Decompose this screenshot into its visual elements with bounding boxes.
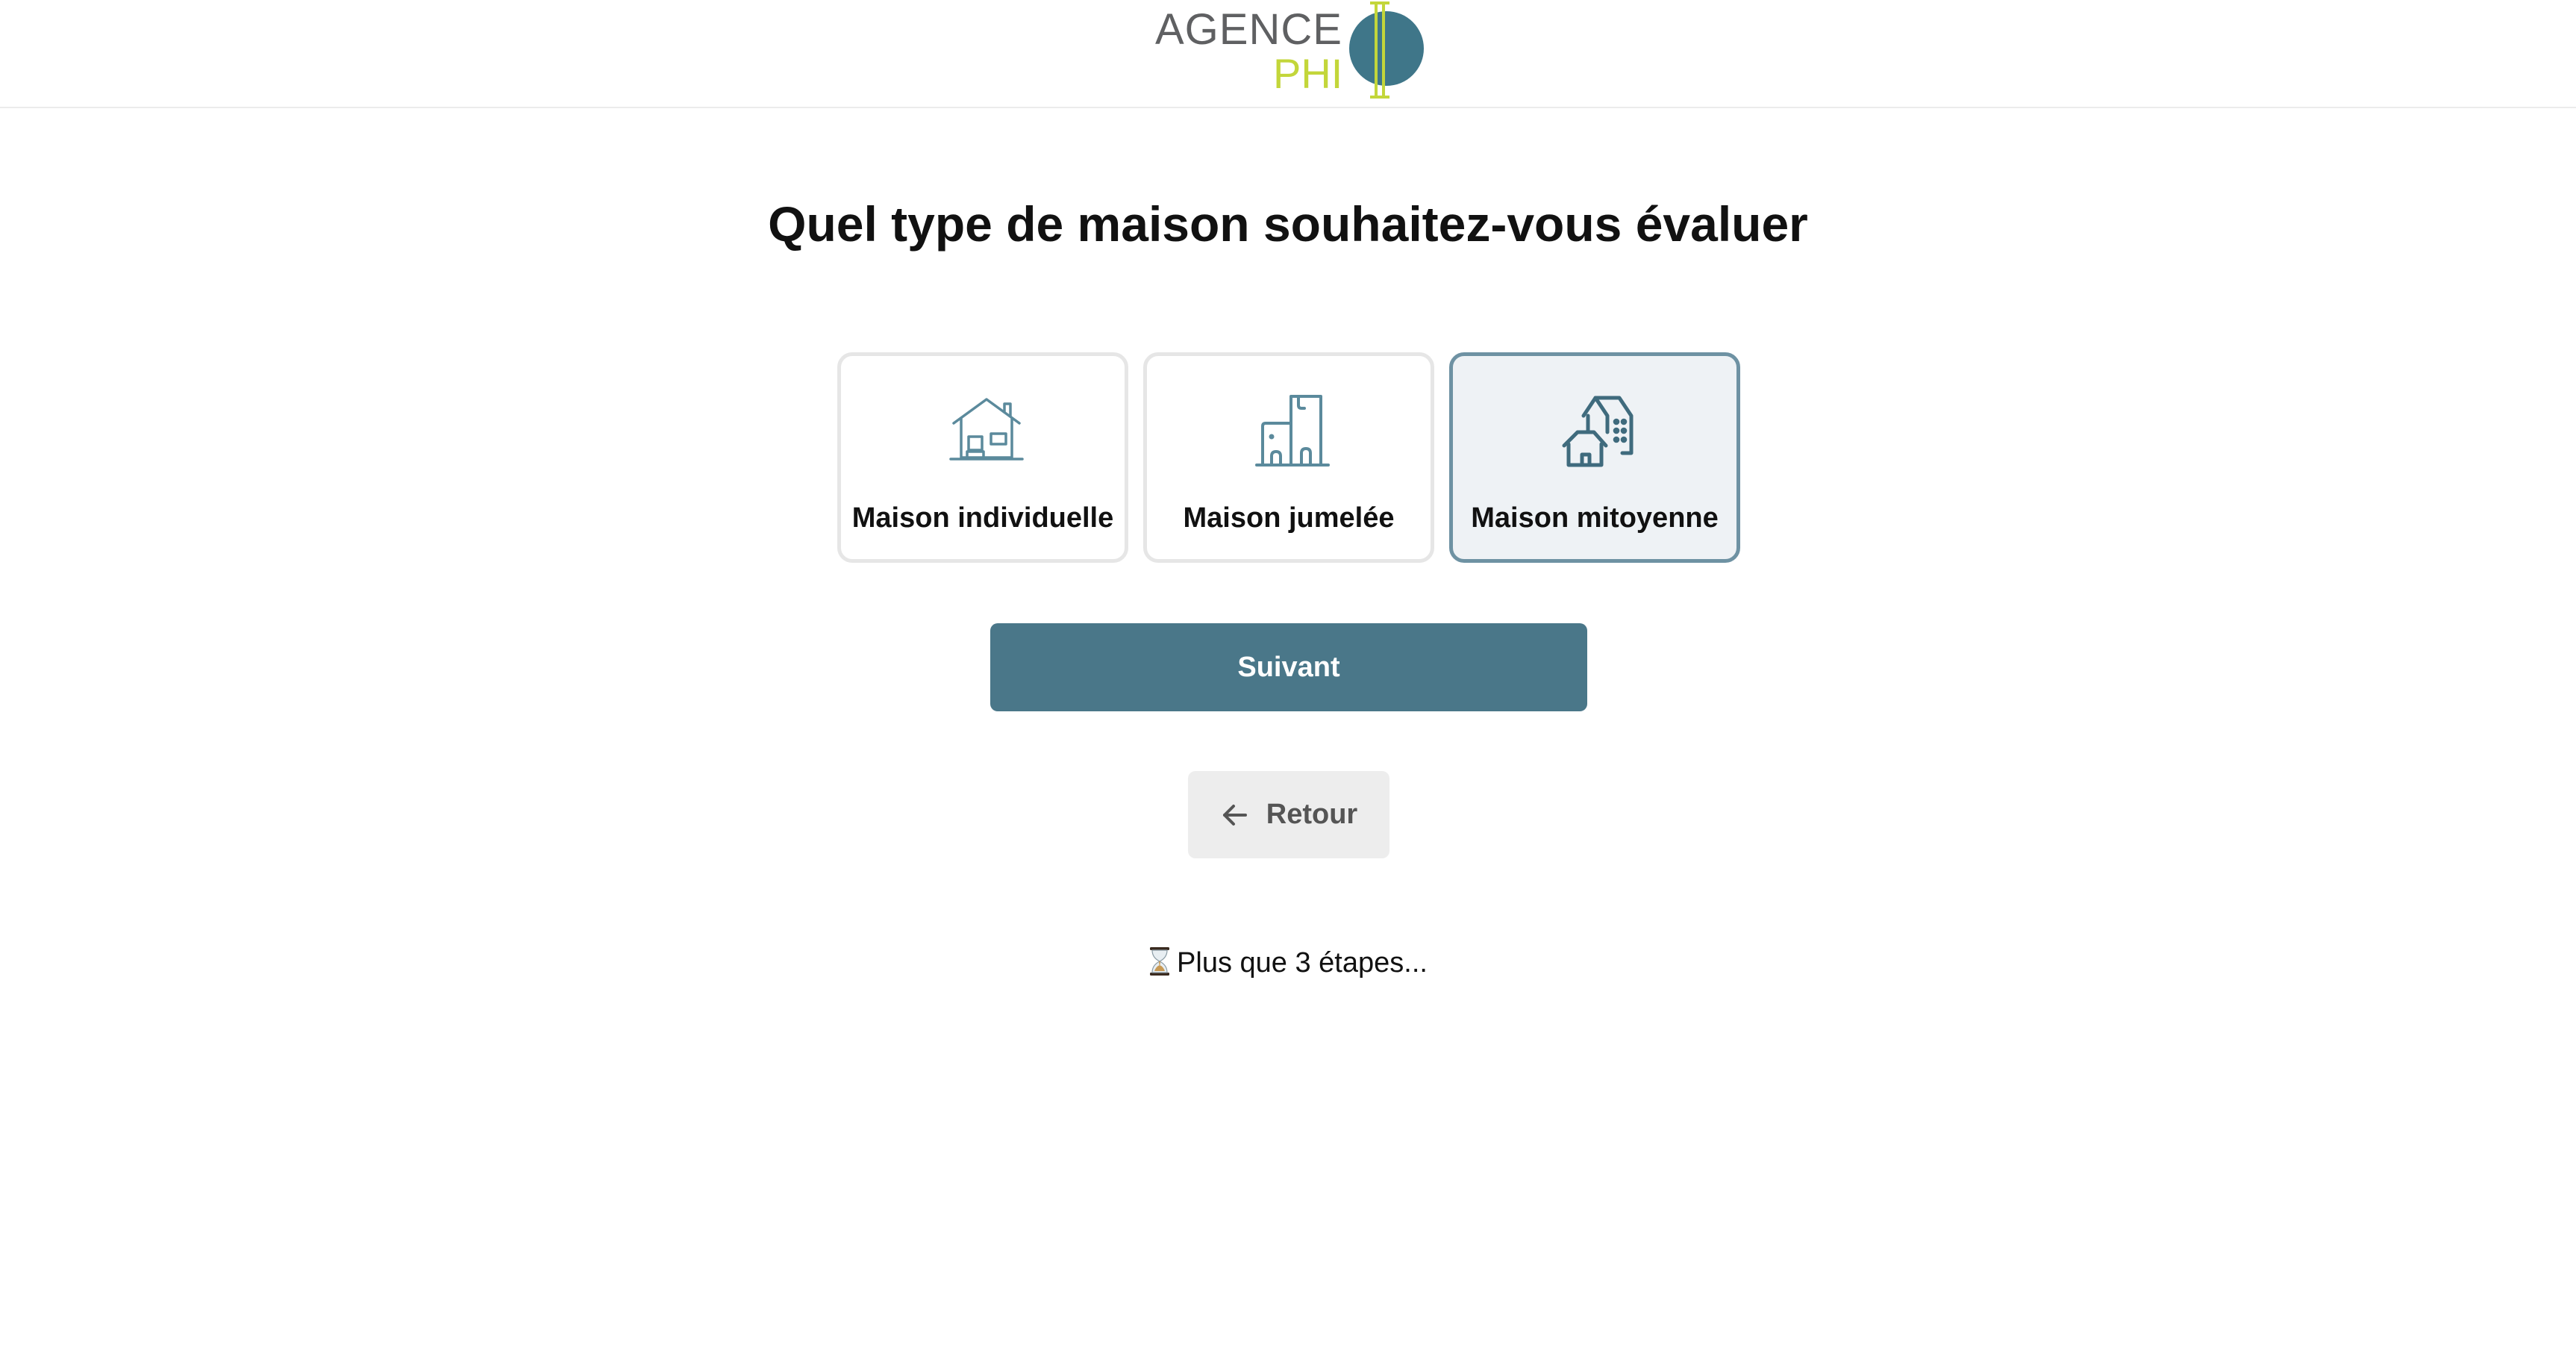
- semi-detached-house-icon: [1255, 395, 1330, 467]
- next-button[interactable]: Suivant: [990, 623, 1587, 711]
- option-maison-individuelle[interactable]: Maison individuelle: [837, 352, 1128, 563]
- steps-remaining: Plus que 3 étapes...: [0, 946, 2576, 979]
- logo-word-phi: PHI: [1273, 50, 1343, 97]
- detached-house-icon: [949, 398, 1024, 461]
- back-button[interactable]: Retour: [1188, 771, 1389, 858]
- back-button-label: Retour: [1266, 799, 1358, 830]
- option-label: Maison jumelée: [1183, 502, 1395, 534]
- hourglass-icon: [1150, 947, 1170, 976]
- page-title: Quel type de maison souhaitez-vous évalu…: [768, 196, 1808, 252]
- phi-logo-icon: [1349, 1, 1424, 99]
- arrow-left-icon: [1222, 804, 1247, 826]
- option-maison-jumelee[interactable]: Maison jumelée: [1143, 352, 1434, 563]
- house-type-options: Maison individuelle Maison jumelée Maiso…: [837, 352, 1740, 563]
- option-maison-mitoyenne[interactable]: Maison mitoyenne: [1449, 352, 1740, 563]
- header: AGENCE PHI: [0, 0, 2576, 108]
- terraced-house-icon: [1562, 396, 1634, 467]
- agence-phi-logo[interactable]: AGENCE PHI: [1155, 0, 1424, 104]
- steps-text: Plus que 3 étapes...: [1177, 947, 1428, 979]
- option-label: Maison mitoyenne: [1471, 502, 1719, 534]
- option-label: Maison individuelle: [851, 502, 1114, 534]
- logo-word-agence: AGENCE: [1155, 5, 1342, 54]
